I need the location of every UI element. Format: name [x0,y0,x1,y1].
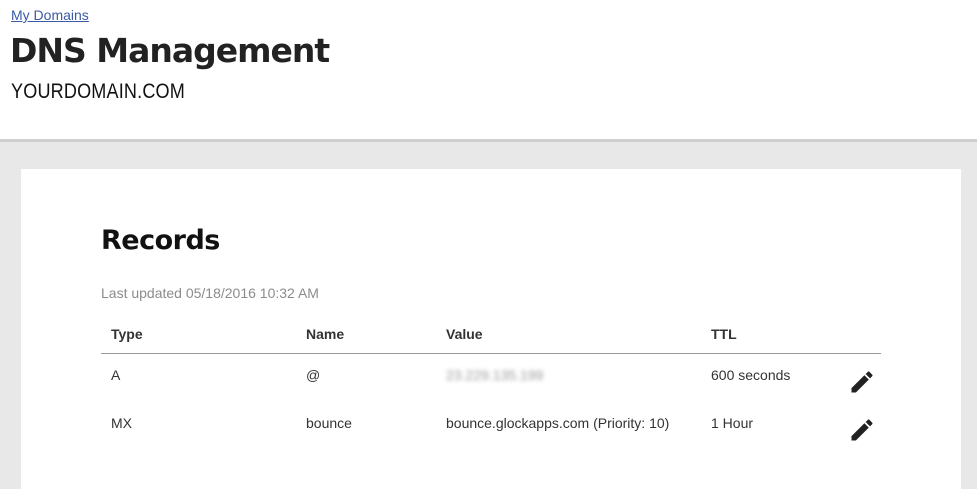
column-header-value: Value [446,326,483,342]
records-title: Records [101,225,220,256]
record-type: A [111,367,121,383]
record-ttl: 600 seconds [711,367,791,383]
records-card: Records Last updated 05/18/2016 10:32 AM… [21,169,961,489]
record-value: 23.229.135.199 [446,367,544,383]
table-row: A @ 23.229.135.199 600 seconds [101,354,881,402]
column-header-type: Type [111,326,143,342]
last-updated-text: Last updated 05/18/2016 10:32 AM [101,285,319,301]
records-table: Type Name Value TTL A @ 23.229.135.199 6… [101,317,881,450]
record-name: bounce [306,415,352,431]
page-header: My Domains DNS Management YOURDOMAIN.COM [0,0,977,142]
page-title: DNS Management [10,31,330,70]
column-header-ttl: TTL [711,326,737,342]
column-header-name: Name [306,326,345,342]
record-name: @ [306,367,321,383]
breadcrumb-my-domains[interactable]: My Domains [11,7,89,23]
record-value: bounce.glockapps.com (Priority: 10) [446,415,670,431]
domain-name: YOURDOMAIN.COM [11,80,185,103]
record-ttl: 1 Hour [711,415,754,431]
table-row: MX bounce bounce.glockapps.com (Priority… [101,402,881,450]
pencil-icon [851,419,873,441]
edit-record-button[interactable] [848,368,876,396]
edit-record-button[interactable] [848,416,876,444]
table-header: Type Name Value TTL [101,317,881,354]
record-type: MX [111,415,132,431]
pencil-icon [851,371,873,393]
